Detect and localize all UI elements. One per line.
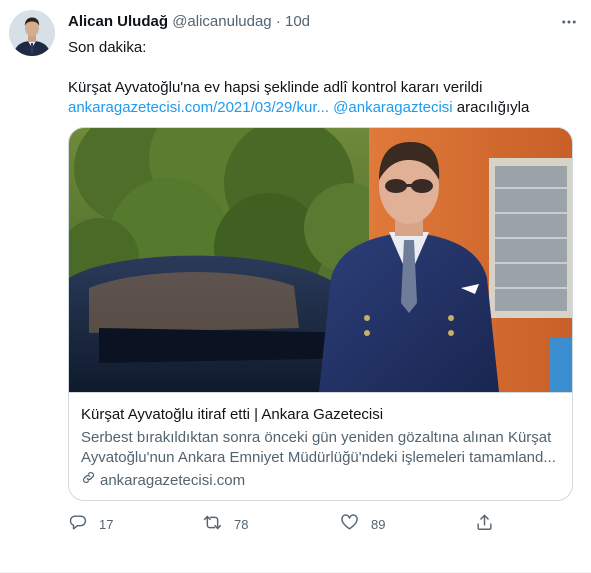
link-card[interactable]: Kürşat Ayvatoğlu itiraf etti | Ankara Ga…	[68, 127, 573, 501]
like-button[interactable]: 89	[340, 512, 385, 536]
card-image[interactable]	[69, 128, 572, 392]
card-title: Kürşat Ayvatoğlu itiraf etti | Ankara Ga…	[81, 406, 384, 423]
reply-count: 17	[99, 516, 114, 532]
tweet-text-line-1: Son dakika:	[68, 39, 147, 56]
avatar[interactable]	[9, 10, 55, 56]
timestamp[interactable]: 10d	[285, 13, 310, 30]
card-description-line-1: Serbest bırakıldıktan sonra önceki gün y…	[81, 429, 552, 446]
link-icon	[81, 470, 96, 491]
card-description: Serbest bırakıldıktan sonra önceki gün y…	[81, 428, 562, 468]
card-info[interactable]: Kürşat Ayvatoğlu itiraf etti | Ankara Ga…	[69, 392, 572, 500]
like-count: 89	[371, 516, 386, 532]
card-description-line-2: Ayvatoğlu'nun Ankara Emniyet Müdürlüğü'n…	[81, 449, 556, 466]
tweet-actions: 17 78 89	[68, 512, 508, 536]
more-icon[interactable]	[557, 10, 581, 34]
retweet-icon	[203, 513, 222, 535]
tweet[interactable]: Alican Uludağ @alicanuludag · 10d Son da…	[0, 0, 591, 573]
separator-dot: ·	[275, 13, 281, 30]
article-link[interactable]: ankaragazetecisi.com/2021/03/29/kur...	[68, 99, 329, 116]
card-domain: ankaragazetecisi.com	[81, 470, 562, 491]
like-icon	[340, 513, 359, 535]
tweet-header: Alican Uludağ @alicanuludag · 10d	[68, 12, 310, 32]
tweet-text: Son dakika: Kürşat Ayvatoğlu'na ev hapsi…	[68, 38, 573, 118]
user-handle[interactable]: @alicanuludag	[172, 13, 271, 30]
display-name[interactable]: Alican Uludağ	[68, 13, 168, 30]
tweet-text-line-2: Kürşat Ayvatoğlu'na ev hapsi şeklinde ad…	[68, 79, 483, 96]
reply-icon	[68, 513, 87, 535]
mention-link[interactable]: @ankaragaztecisi	[333, 99, 452, 116]
card-domain-text: ankaragazetecisi.com	[100, 471, 246, 489]
reply-button[interactable]: 17	[68, 512, 113, 536]
share-button[interactable]	[475, 512, 494, 536]
via-text: aracılığıyla	[456, 99, 530, 116]
retweet-count: 78	[234, 516, 249, 532]
retweet-button[interactable]: 78	[203, 512, 248, 536]
tweet-text-line-3: ankaragazetecisi.com/2021/03/29/kur... @…	[68, 98, 573, 118]
share-icon	[475, 513, 494, 535]
